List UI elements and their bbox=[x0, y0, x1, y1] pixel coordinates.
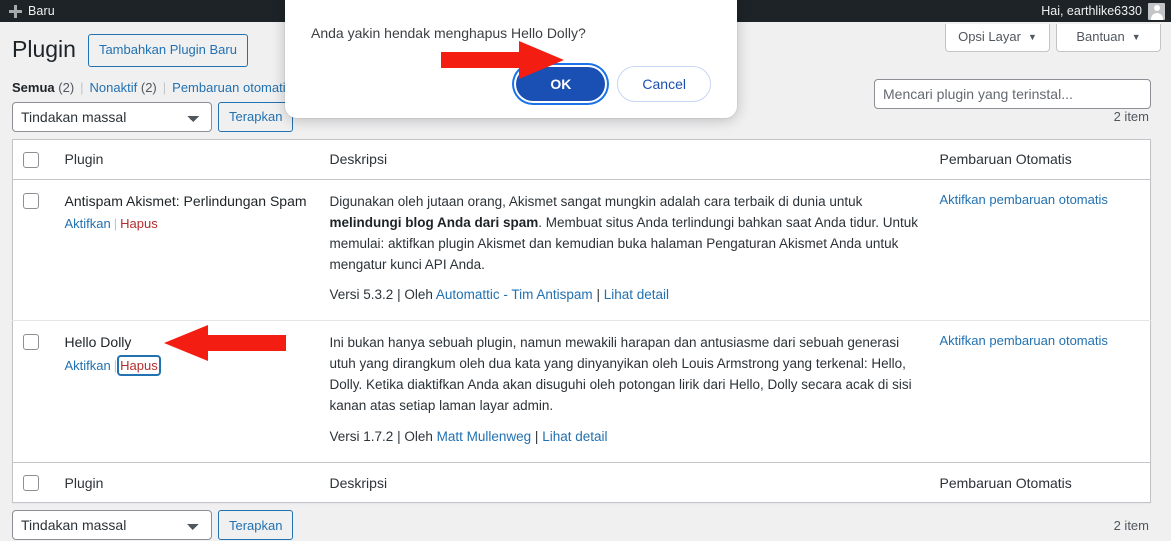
plugin-name-cell-hello-dolly: Hello Dolly Aktifkan | Hapus bbox=[54, 320, 320, 464]
delete-link-hello-dolly[interactable]: Hapus bbox=[117, 355, 161, 376]
row-checkbox-akismet[interactable] bbox=[23, 192, 39, 209]
column-footer-plugin: Plugin bbox=[54, 462, 320, 503]
bulk-actions-bottom: Tindakan massal Terapkan bbox=[12, 510, 294, 541]
version-label: Versi 1.7.2 bbox=[329, 429, 394, 445]
view-details-link-akismet[interactable]: Lihat detail bbox=[604, 287, 669, 302]
column-footer-description: Deskripsi bbox=[319, 462, 930, 503]
admin-bar-new-item[interactable]: Baru bbox=[0, 4, 55, 19]
item-count-top: 2 item bbox=[1113, 109, 1149, 125]
plugin-title-hello-dolly: Hello Dolly bbox=[64, 334, 132, 351]
chevron-down-icon: ▼ bbox=[1131, 31, 1141, 42]
dialog-message: Anda yakin hendak menghapus Hello Dolly? bbox=[311, 25, 586, 41]
filter-semua-link[interactable]: Semua bbox=[12, 80, 55, 95]
filter-nonaktif[interactable]: Nonaktif (2) bbox=[90, 80, 157, 95]
admin-bar-account[interactable]: Hai, earthlike6330 bbox=[1041, 2, 1171, 20]
tablenav-bottom: Tindakan massal Terapkan 2 item bbox=[12, 509, 1151, 541]
screen-options-button[interactable]: Opsi Layar ▼ bbox=[945, 24, 1050, 52]
plugin-meta-akismet: Versi 5.3.2 | Oleh Automattic - Tim Anti… bbox=[330, 285, 920, 306]
activate-link-hello-dolly[interactable]: Aktifkan bbox=[65, 358, 111, 373]
enable-auto-updates-link-akismet[interactable]: Aktifkan pembaruan otomatis bbox=[940, 192, 1108, 207]
filter-semua[interactable]: Semua (2) bbox=[12, 80, 74, 95]
plugin-title-akismet: Antispam Akismet: Perlindungan Spam bbox=[64, 192, 307, 209]
column-header-auto-updates: Pembaruan Otomatis bbox=[929, 139, 1151, 180]
plugin-description-cell-hello-dolly: Ini bukan hanya sebuah plugin, namun mew… bbox=[319, 320, 930, 464]
chevron-down-icon: ▼ bbox=[1027, 31, 1037, 42]
column-header-plugin: Plugin bbox=[54, 139, 320, 180]
desc-part1: Digunakan oleh jutaan orang, Akismet san… bbox=[329, 193, 863, 209]
select-all-footer-cell bbox=[12, 462, 55, 503]
activate-link-akismet[interactable]: Aktifkan bbox=[65, 216, 111, 231]
bulk-action-select-top[interactable]: Tindakan massal bbox=[12, 101, 212, 132]
howdy-label: Hai, earthlike6330 bbox=[1041, 4, 1142, 18]
confirm-delete-dialog: Anda yakin hendak menghapus Hello Dolly?… bbox=[285, 0, 737, 118]
plugins-table: Plugin Deskripsi Pembaruan Otomatis Anti… bbox=[12, 138, 1151, 504]
screen-options-label: Opsi Layar bbox=[958, 29, 1021, 44]
filter-nonaktif-link[interactable]: Nonaktif bbox=[90, 80, 138, 95]
table-footer-row: Plugin Deskripsi Pembaruan Otomatis bbox=[12, 462, 1151, 503]
row-checkbox-hello-dolly[interactable] bbox=[23, 334, 39, 351]
view-details-link-hello-dolly[interactable]: Lihat detail bbox=[542, 429, 607, 444]
row-actions-akismet: Aktifkan | Hapus bbox=[65, 214, 310, 235]
dialog-button-row: OK Cancel bbox=[309, 65, 713, 102]
plugin-name-cell-akismet: Antispam Akismet: Perlindungan Spam Akti… bbox=[54, 179, 320, 322]
filter-nonaktif-count: (2) bbox=[140, 79, 157, 95]
filter-separator: | bbox=[162, 79, 167, 95]
by-label: | Oleh bbox=[397, 287, 433, 303]
desc-bold: melindungi blog Anda dari spam bbox=[329, 214, 539, 230]
table-header-row: Plugin Deskripsi Pembaruan Otomatis bbox=[12, 139, 1151, 180]
column-header-description: Deskripsi bbox=[319, 139, 930, 180]
version-label: Versi 5.3.2 bbox=[329, 287, 394, 303]
apply-bulk-action-bottom[interactable]: Terapkan bbox=[218, 510, 294, 541]
apply-bulk-action-top[interactable]: Terapkan bbox=[218, 101, 294, 132]
by-label: | Oleh bbox=[397, 429, 433, 445]
plugin-description-text-hello-dolly: Ini bukan hanya sebuah plugin, namun mew… bbox=[329, 335, 912, 414]
plus-icon bbox=[8, 4, 23, 19]
bulk-actions-top: Tindakan massal Terapkan bbox=[12, 101, 294, 132]
column-footer-auto-updates: Pembaruan Otomatis bbox=[929, 462, 1151, 503]
auto-update-cell-hello-dolly: Aktifkan pembaruan otomatis bbox=[929, 320, 1151, 464]
dialog-cancel-button[interactable]: Cancel bbox=[617, 65, 711, 102]
admin-bar-new-label: Baru bbox=[28, 4, 55, 18]
page-title: Plugin bbox=[12, 36, 76, 63]
select-all-header-top bbox=[12, 139, 55, 180]
select-all-checkbox-top[interactable] bbox=[23, 151, 39, 168]
author-link-akismet[interactable]: Automattic - Tim Antispam bbox=[436, 287, 593, 302]
action-divider: | bbox=[113, 216, 118, 232]
screen-meta-links: Opsi Layar ▼ Bantuan ▼ bbox=[945, 24, 1161, 52]
item-count-bottom: 2 item bbox=[1113, 517, 1149, 533]
help-button[interactable]: Bantuan ▼ bbox=[1056, 24, 1161, 52]
meta-divider: | bbox=[596, 287, 600, 303]
dialog-ok-button[interactable]: OK bbox=[516, 66, 606, 101]
bulk-action-select-bottom[interactable]: Tindakan massal bbox=[12, 510, 212, 541]
author-link-hello-dolly[interactable]: Matt Mullenweg bbox=[437, 429, 532, 444]
delete-link-akismet[interactable]: Hapus bbox=[120, 216, 158, 231]
table-row: Antispam Akismet: Perlindungan Spam Akti… bbox=[12, 179, 1151, 322]
row-actions-hello-dolly: Aktifkan | Hapus bbox=[65, 355, 310, 377]
action-divider: | bbox=[113, 358, 118, 373]
table-row: Hello Dolly Aktifkan | Hapus Ini bukan han… bbox=[12, 320, 1151, 464]
plugin-description-cell-akismet: Digunakan oleh jutaan orang, Akismet san… bbox=[319, 179, 930, 322]
row-select-cell bbox=[12, 179, 55, 322]
meta-divider: | bbox=[534, 429, 539, 445]
filter-separator: | bbox=[80, 79, 84, 95]
add-new-plugin-button[interactable]: Tambahkan Plugin Baru bbox=[87, 34, 248, 67]
row-select-cell bbox=[12, 320, 55, 464]
auto-update-cell-akismet: Aktifkan pembaruan otomatis bbox=[929, 179, 1151, 322]
select-all-checkbox-bottom[interactable] bbox=[23, 475, 39, 492]
search-box bbox=[874, 79, 1151, 109]
plugin-description-text-akismet: Digunakan oleh jutaan orang, Akismet san… bbox=[330, 192, 920, 276]
search-input[interactable] bbox=[874, 79, 1151, 109]
plugin-meta-hello-dolly: Versi 1.7.2 | Oleh Matt Mullenweg | Liha… bbox=[330, 427, 920, 448]
avatar bbox=[1148, 2, 1165, 20]
filter-semua-count: (2) bbox=[58, 79, 75, 95]
help-label: Bantuan bbox=[1076, 29, 1125, 44]
enable-auto-updates-link-hello-dolly[interactable]: Aktifkan pembaruan otomatis bbox=[940, 333, 1108, 348]
